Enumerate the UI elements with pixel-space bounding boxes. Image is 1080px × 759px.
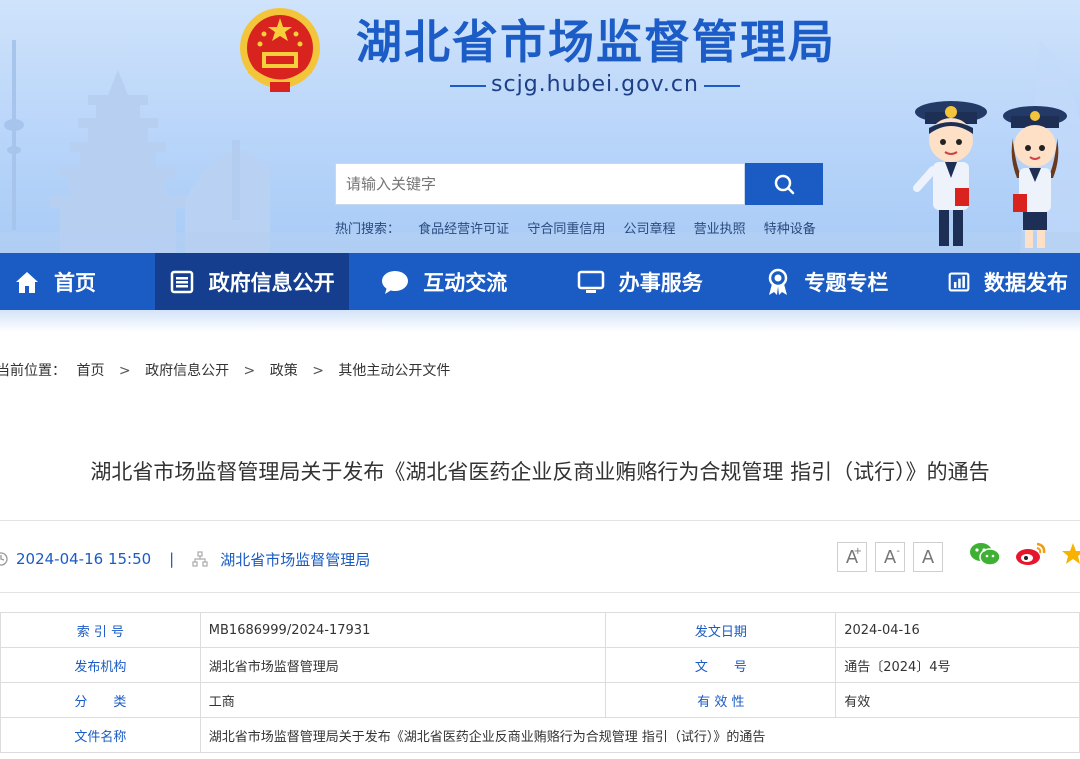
search-box bbox=[335, 163, 745, 205]
wechat-icon bbox=[970, 543, 1001, 566]
award-icon bbox=[769, 268, 788, 295]
publish-datetime: 2024-04-16 15:50 bbox=[16, 550, 152, 568]
publisher-label: 发布机构 bbox=[0, 647, 201, 683]
issue-date-label: 发文日期 bbox=[605, 612, 837, 648]
hot-search-link[interactable]: 特种设备 bbox=[764, 222, 816, 237]
hot-search: 热门搜索： 食品经营许可证 守合同重信用 公司章程 营业执照 特种设备 bbox=[335, 218, 830, 237]
table-row: 分 类 工商 有 效 性 有效 bbox=[0, 682, 1080, 718]
nav-item-label: 数据发布 bbox=[983, 270, 1068, 295]
nav-item-label: 专题专栏 bbox=[804, 270, 889, 295]
nav-item-services[interactable]: 办事服务 bbox=[545, 253, 741, 310]
doc-number-value: 通告〔2024〕4号 bbox=[835, 647, 1080, 683]
breadcrumb-separator: > bbox=[243, 363, 256, 379]
font-reset-button[interactable]: A bbox=[913, 542, 943, 572]
category-value: 工商 bbox=[199, 682, 607, 718]
organization-icon bbox=[192, 551, 208, 567]
clock-icon bbox=[0, 552, 8, 566]
publisher-value: 湖北省市场监督管理局 bbox=[199, 647, 607, 683]
breadcrumb: 当前位置： 首页 > 政府信息公开 > 政策 > 其他主动公开文件 bbox=[0, 360, 450, 380]
index-label: 索 引 号 bbox=[0, 612, 201, 648]
doc-number-label: 文 号 bbox=[605, 647, 837, 683]
nav-item-label: 首页 bbox=[54, 270, 96, 295]
breadcrumb-link[interactable]: 首页 bbox=[76, 363, 104, 379]
hot-search-link[interactable]: 食品经营许可证 bbox=[418, 222, 509, 237]
share-buttons bbox=[969, 541, 1080, 571]
nav-item-interaction[interactable]: 互动交流 bbox=[349, 253, 545, 310]
doc-name-label: 文件名称 bbox=[0, 717, 201, 753]
wechat-share-button[interactable] bbox=[969, 541, 1001, 571]
table-row: 索 引 号 MB1686999/2024-17931 发文日期 2024-04-… bbox=[0, 612, 1080, 648]
decorative-line bbox=[704, 85, 740, 87]
validity-label: 有 效 性 bbox=[605, 682, 837, 718]
bar-chart-icon bbox=[948, 271, 970, 292]
publish-source: 湖北省市场监督管理局 bbox=[220, 550, 371, 569]
nav-shadow bbox=[0, 310, 1080, 332]
favorite-button[interactable] bbox=[1061, 542, 1080, 570]
site-title: 湖北省市场监督管理局 bbox=[356, 15, 836, 69]
font-increase-button[interactable]: A + bbox=[837, 542, 867, 572]
divider bbox=[0, 520, 1080, 521]
table-row: 发布机构 湖北省市场监督管理局 文 号 通告〔2024〕4号 bbox=[0, 647, 1080, 683]
validity-value: 有效 bbox=[835, 682, 1080, 718]
doc-name-value: 湖北省市场监督管理局关于发布《湖北省医药企业反商业贿赂行为合规管理 指引（试行）… bbox=[199, 717, 1080, 753]
hot-search-label: 热门搜索： bbox=[335, 222, 401, 237]
monitor-icon bbox=[577, 270, 605, 293]
nav-item-gov-info[interactable]: 政府信息公开 bbox=[154, 253, 350, 310]
site-domain: scjg.hubei.gov.cn bbox=[430, 70, 760, 100]
nav-item-topics[interactable]: 专题专栏 bbox=[740, 253, 930, 310]
divider bbox=[0, 592, 1080, 593]
breadcrumb-prefix: 当前位置： bbox=[0, 363, 66, 379]
breadcrumb-link[interactable]: 政策 bbox=[270, 363, 298, 379]
weibo-icon bbox=[1016, 542, 1046, 565]
national-emblem-icon bbox=[240, 8, 320, 92]
chat-bubble-icon bbox=[382, 270, 409, 294]
table-row: 文件名称 湖北省市场监督管理局关于发布《湖北省医药企业反商业贿赂行为合规管理 指… bbox=[0, 717, 1080, 753]
breadcrumb-separator: > bbox=[312, 363, 324, 379]
mascot-officers-illustration bbox=[913, 101, 1067, 248]
nav-item-data[interactable]: 数据发布 bbox=[930, 253, 1080, 310]
hot-search-link[interactable]: 守合同重信用 bbox=[527, 222, 605, 237]
search-icon bbox=[774, 174, 795, 195]
document-info-table: 索 引 号 MB1686999/2024-17931 发文日期 2024-04-… bbox=[0, 612, 1080, 753]
weibo-share-button[interactable] bbox=[1015, 541, 1047, 571]
font-decrease-button[interactable]: A- bbox=[875, 542, 905, 572]
category-label: 分 类 bbox=[0, 682, 201, 718]
hot-search-link[interactable]: 公司章程 bbox=[623, 222, 675, 237]
hot-search-link[interactable]: 营业执照 bbox=[694, 222, 746, 237]
nav-item-label: 办事服务 bbox=[618, 270, 703, 295]
nav-item-home[interactable]: 首页 bbox=[0, 253, 155, 310]
article-meta: 2024-04-16 15:50 | 湖北省市场监督管理局 bbox=[0, 547, 370, 571]
index-value: MB1686999/2024-17931 bbox=[199, 612, 607, 648]
main-nav: 首页 政府信息公开 互动交流 办事服务 专题专栏 数据发布 bbox=[0, 253, 1080, 310]
breadcrumb-link[interactable]: 其他主动公开文件 bbox=[338, 363, 450, 379]
search-input[interactable] bbox=[336, 164, 736, 204]
breadcrumb-separator: > bbox=[118, 363, 131, 379]
issue-date-value: 2024-04-16 bbox=[835, 612, 1080, 648]
search-button[interactable] bbox=[745, 163, 823, 205]
home-icon bbox=[16, 271, 38, 293]
font-button-letter: A bbox=[921, 546, 935, 568]
site-header: 湖北省市场监督管理局 scjg.hubei.gov.cn 热门搜索： 食品经营许… bbox=[0, 0, 1080, 253]
font-button-mark: + bbox=[853, 546, 862, 557]
document-list-icon bbox=[170, 270, 193, 293]
star-icon bbox=[1062, 543, 1080, 564]
font-size-controls: A + A- A bbox=[837, 542, 951, 572]
font-button-mark: - bbox=[896, 546, 900, 557]
meta-separator: | bbox=[169, 550, 175, 568]
font-button-letter: A bbox=[883, 546, 897, 568]
nav-item-label: 互动交流 bbox=[423, 270, 508, 295]
nav-item-label: 政府信息公开 bbox=[208, 270, 335, 295]
article-title: 湖北省市场监督管理局关于发布《湖北省医药企业反商业贿赂行为合规管理 指引（试行）… bbox=[90, 460, 990, 484]
breadcrumb-link[interactable]: 政府信息公开 bbox=[145, 363, 229, 379]
